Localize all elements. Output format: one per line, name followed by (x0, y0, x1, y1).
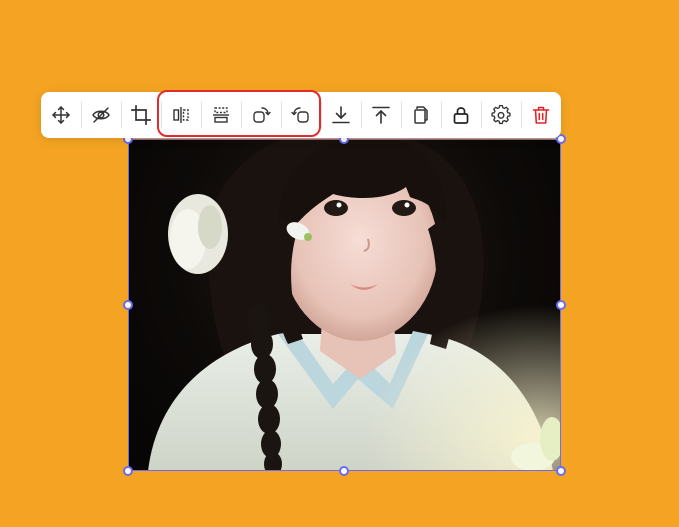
gear-icon (491, 105, 511, 125)
hide-button[interactable] (81, 92, 121, 138)
image-toolbar (41, 90, 561, 138)
rotate-right-button[interactable] (241, 92, 281, 138)
rotate-left-button[interactable] (281, 92, 321, 138)
rotate-clockwise-icon (253, 107, 271, 123)
flip-vertical-button[interactable] (201, 92, 241, 138)
move-to-top-icon (372, 106, 390, 124)
copy-icon (414, 106, 428, 124)
lock-button[interactable] (441, 92, 481, 138)
crop-button[interactable] (121, 92, 161, 138)
resize-handle-bottom[interactable] (339, 466, 349, 476)
flip-horizontal-icon (173, 107, 189, 123)
resize-handle-bottom-right[interactable] (556, 466, 566, 476)
eye-off-icon (92, 107, 110, 123)
selected-image[interactable] (128, 139, 561, 471)
flip-horizontal-button[interactable] (161, 92, 201, 138)
trash-icon (532, 106, 550, 124)
move-down-icon (332, 106, 350, 124)
resize-handle-bottom-left[interactable] (123, 466, 133, 476)
duplicate-button[interactable] (401, 92, 441, 138)
lock-icon (453, 107, 469, 124)
editor-canvas[interactable] (0, 0, 679, 527)
resize-handle-left[interactable] (123, 300, 133, 310)
move-icon (52, 106, 70, 124)
move-button[interactable] (41, 92, 81, 138)
rotate-counterclockwise-icon (291, 107, 309, 123)
settings-button[interactable] (481, 92, 521, 138)
photo-image (128, 139, 561, 471)
send-backward-button[interactable] (321, 92, 361, 138)
crop-icon (131, 105, 151, 125)
flip-vertical-icon (213, 107, 229, 123)
delete-button[interactable] (521, 92, 561, 138)
resize-handle-right[interactable] (556, 300, 566, 310)
bring-to-front-button[interactable] (361, 92, 401, 138)
